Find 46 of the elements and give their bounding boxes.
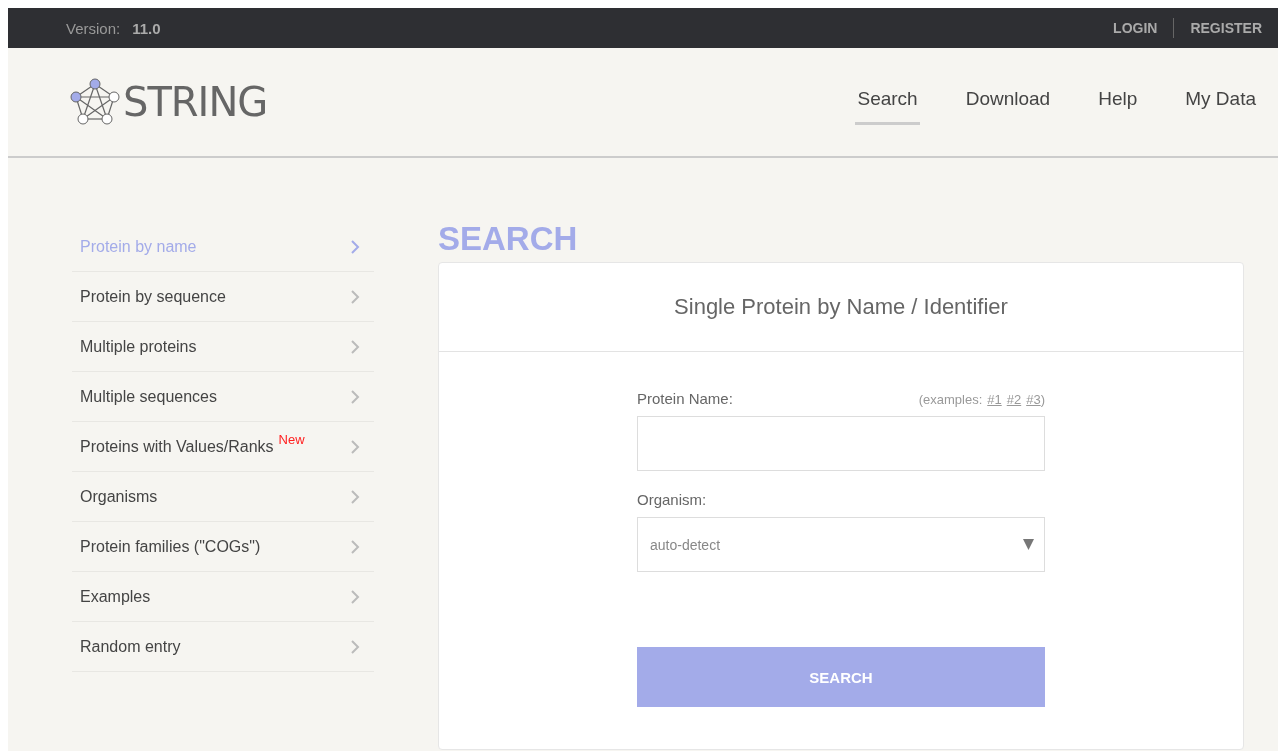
chevron-right-icon	[350, 238, 360, 255]
sidebar-item[interactable]: Organisms	[72, 472, 374, 522]
nav-tab[interactable]: Download	[963, 87, 1053, 125]
closing-parenthesis: )	[1040, 392, 1045, 407]
top-link[interactable]: LOGIN	[1113, 20, 1158, 36]
sidebar-item[interactable]: Protein by sequence	[72, 272, 374, 322]
top-link[interactable]: REGISTER	[1190, 20, 1262, 36]
sidebar-item[interactable]: Examples	[72, 572, 374, 622]
chevron-right-icon	[350, 538, 360, 555]
chevron-right-icon	[350, 388, 360, 405]
caret-icon	[1023, 539, 1034, 550]
version-label: Version:	[66, 19, 121, 37]
field-label: Organism:	[637, 491, 707, 508]
sidebar-item[interactable]: Proteins with Values/Ranks New	[72, 422, 374, 472]
nav-tab[interactable]: Help	[1096, 87, 1140, 125]
page-heading: SEARCH	[438, 220, 579, 259]
sidebar-item-label: Random entry	[80, 637, 181, 656]
chevron-right-icon	[350, 638, 360, 655]
sidebar-item-label: Examples	[80, 587, 151, 606]
field-label: Protein Name:	[637, 390, 733, 407]
sidebar-item[interactable]: Protein families ("COGs")	[72, 522, 374, 572]
sidebar-item-label: Protein by sequence	[80, 287, 226, 306]
sidebar-item[interactable]: Multiple sequences	[72, 372, 374, 422]
nav-tab[interactable]: Search	[855, 87, 920, 125]
organism-dropdown[interactable]: auto-detect	[637, 517, 1045, 572]
version-number: 11.0	[132, 19, 161, 37]
sidebar-item[interactable]: Multiple proteins	[72, 322, 374, 372]
sidebar-item-label: Proteins with Values/Ranks	[80, 437, 274, 456]
chevron-right-icon	[350, 338, 360, 355]
chevron-right-icon	[350, 588, 360, 605]
sidebar-item-label: Multiple sequences	[80, 387, 217, 406]
chevron-right-icon	[350, 488, 360, 505]
network-logo-icon	[70, 78, 120, 126]
sidebar-item[interactable]: Random entry	[72, 622, 374, 672]
protein-name-field[interactable]	[637, 416, 1045, 471]
logo-text[interactable]: STRING	[123, 79, 268, 125]
sidebar-item-label: Organisms	[80, 487, 158, 506]
nav-tab[interactable]: My Data	[1183, 87, 1258, 125]
new-label: New	[278, 431, 305, 447]
examples-label: (examples:	[918, 392, 983, 407]
sidebar-item-label: Multiple proteins	[80, 337, 197, 356]
card-title: Single Protein by Name / Identifier	[439, 263, 1243, 352]
chevron-right-icon	[350, 288, 360, 305]
sidebar-item-label: Protein by name	[80, 237, 197, 256]
sidebar-item-label: Protein families ("COGs")	[80, 537, 261, 556]
chevron-right-icon	[350, 438, 360, 455]
